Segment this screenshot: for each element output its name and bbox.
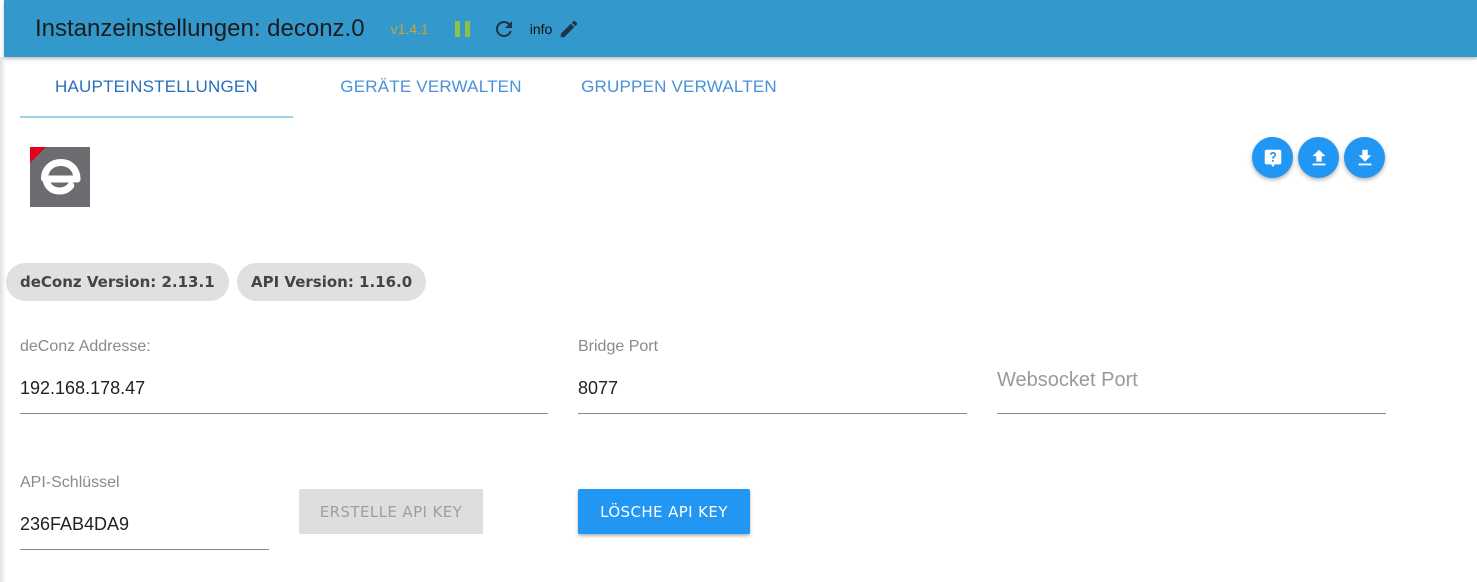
tab-manage-devices[interactable]: GERÄTE VERWALTEN [293,57,569,116]
download-button[interactable] [1344,137,1385,178]
pencil-icon[interactable] [558,18,580,40]
upload-button[interactable] [1298,137,1339,178]
pause-icon [454,20,460,37]
help-icon [1264,149,1281,167]
upload-icon [1312,149,1325,165]
adapter-version: v1.4.1 [390,20,429,37]
bridge-port-label: Bridge Port [578,338,659,355]
download-icon [1358,149,1371,165]
page-title: Instanzeinstellungen: deconz.0 [35,14,365,42]
deconz-logo-icon [30,147,90,207]
api-key-input[interactable] [20,514,269,535]
tab-bar: HAUPTEINSTELLUNGEN GERÄTE VERWALTEN GRUP… [20,57,789,118]
bridge-port-field: Bridge Port [578,330,967,414]
bridge-port-input[interactable] [578,378,967,399]
deconz-address-label: deConz Addresse: [20,338,151,355]
deconz-version-badge: deConz Version: 2.13.1 [6,263,229,301]
help-button[interactable] [1252,137,1293,178]
deconz-address-field: deConz Addresse: [20,330,548,414]
create-api-key-button[interactable]: ERSTELLE API KEY [299,489,483,534]
websocket-port-input[interactable] [997,370,1386,391]
log-level: info [529,20,553,37]
instance-header: Instanzeinstellungen: deconz.0 v1.4.1 in… [4,0,1477,57]
delete-api-key-button[interactable]: LÖSCHE API KEY [578,489,750,534]
tab-main-settings[interactable]: HAUPTEINSTELLUNGEN [20,57,293,118]
api-version-badge: API Version: 1.16.0 [237,263,427,301]
api-key-field: API-Schlüssel [20,466,269,550]
reload-icon[interactable] [492,17,516,41]
tab-manage-groups[interactable]: GRUPPEN VERWALTEN [569,57,789,116]
websocket-port-field [997,330,1386,414]
left-edge-shadow [0,57,6,582]
pause-button[interactable] [454,20,470,37]
deconz-address-input[interactable] [20,378,548,399]
pause-icon-bar [464,20,470,37]
api-key-label: API-Schlüssel [20,474,120,491]
